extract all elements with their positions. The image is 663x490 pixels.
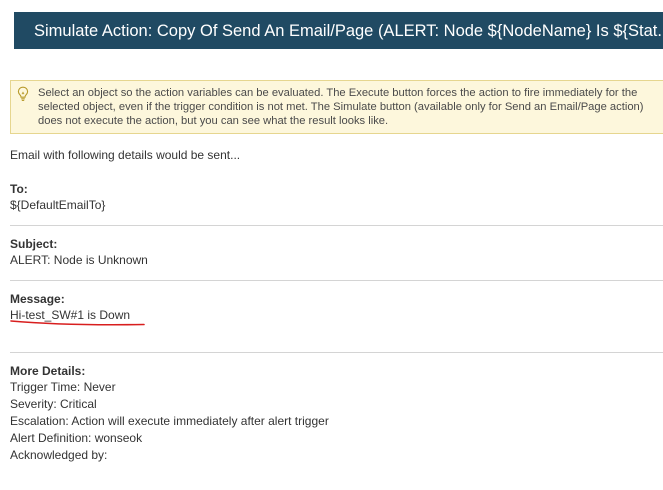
divider bbox=[10, 225, 663, 226]
alert-definition: Alert Definition: wonseok bbox=[10, 431, 143, 445]
more-details-label: More Details: bbox=[10, 364, 86, 378]
dialog-title-bar: Simulate Action: Copy Of Send An Email/P… bbox=[14, 12, 663, 49]
to-value: ${DefaultEmailTo} bbox=[10, 198, 106, 212]
dialog-title: Simulate Action: Copy Of Send An Email/P… bbox=[34, 22, 663, 40]
to-label: To: bbox=[10, 182, 28, 196]
to-section: To: ${DefaultEmailTo} bbox=[10, 182, 663, 214]
severity: Severity: Critical bbox=[10, 397, 97, 411]
subject-value: ALERT: Node is Unknown bbox=[10, 253, 148, 267]
trigger-time: Trigger Time: Never bbox=[10, 380, 116, 394]
divider bbox=[10, 352, 663, 353]
info-text: Select an object so the action variables… bbox=[38, 86, 663, 128]
more-details-section: More Details: Trigger Time: Never Severi… bbox=[10, 364, 663, 464]
info-line: Select an object so the action variables… bbox=[38, 87, 638, 99]
acknowledged-by: Acknowledged by: bbox=[10, 448, 108, 462]
info-line: does not execute the action, but you can… bbox=[38, 115, 389, 127]
simulation-intro-text: Email with following details would be se… bbox=[10, 148, 241, 162]
lightbulb-icon bbox=[17, 86, 29, 101]
subject-label: Subject: bbox=[10, 237, 58, 251]
escalation: Escalation: Action will execute immediat… bbox=[10, 414, 329, 428]
red-underline-annotation bbox=[10, 320, 145, 326]
message-label: Message: bbox=[10, 292, 65, 306]
divider bbox=[10, 280, 663, 281]
info-line: selected object, even if the trigger con… bbox=[38, 101, 644, 113]
subject-section: Subject: ALERT: Node is Unknown bbox=[10, 237, 663, 269]
info-message-box: Select an object so the action variables… bbox=[10, 80, 663, 134]
